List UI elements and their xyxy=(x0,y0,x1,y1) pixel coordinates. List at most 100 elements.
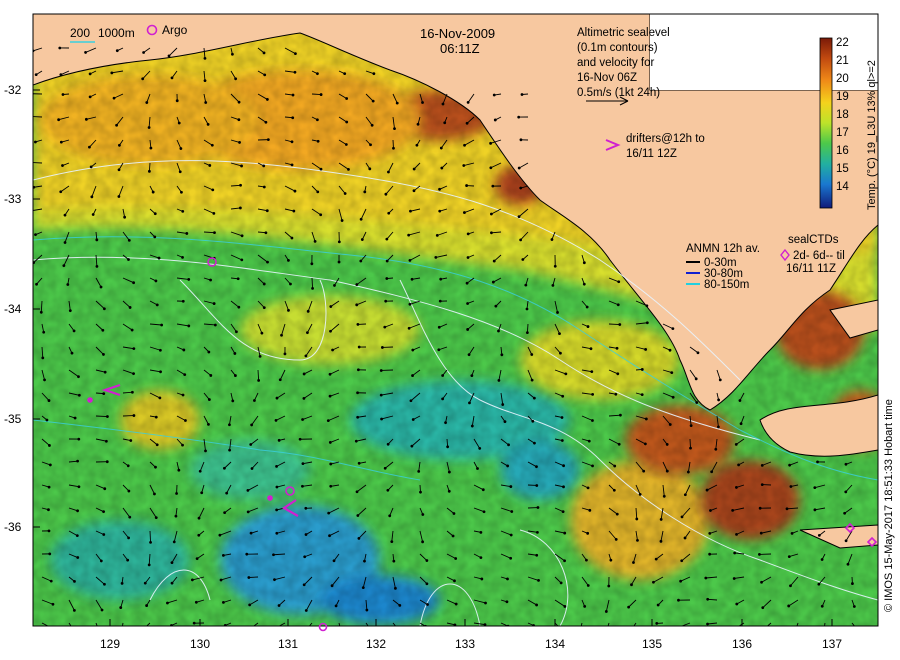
velocity-vector-head xyxy=(304,609,308,612)
velocity-vector-head xyxy=(275,396,279,400)
velocity-vector-head xyxy=(465,281,469,285)
velocity-vector-head xyxy=(760,463,764,467)
velocity-vector-head xyxy=(126,558,130,562)
velocity-vector-head xyxy=(287,308,290,312)
velocity-vector-head xyxy=(266,138,270,142)
velocity-vector-head xyxy=(178,170,182,174)
velocity-vector-head xyxy=(195,557,199,561)
velocity-vector-head xyxy=(737,463,741,467)
velocity-vector-head xyxy=(141,77,145,81)
velocity-vector-head xyxy=(380,417,383,421)
velocity-vector-head xyxy=(263,73,267,77)
velocity-vector-head xyxy=(190,578,194,582)
velocity-vector-head xyxy=(102,307,106,311)
velocity-vector-head xyxy=(510,510,514,513)
velocity-vector-head xyxy=(127,238,131,242)
velocity-vector-head xyxy=(218,533,222,537)
velocity-vector-head xyxy=(123,215,127,219)
y-tick-label: -33 xyxy=(4,192,22,206)
velocity-vector-head xyxy=(51,627,54,630)
velocity-vector-head xyxy=(61,164,64,167)
velocity-vector-head xyxy=(231,52,234,56)
velocity-vector-head xyxy=(293,189,297,193)
velocity-vector-head xyxy=(237,118,241,122)
sst-map: -32 -33 -34 -35 -36 129 130 131 132 133 … xyxy=(4,13,895,651)
velocity-vector-head xyxy=(417,469,421,473)
velocity-vector-head xyxy=(617,280,621,284)
velocity-vector-head xyxy=(525,307,529,311)
velocity-vector-head xyxy=(788,463,792,467)
velocity-vector-head xyxy=(591,393,595,396)
velocity-vector-head xyxy=(233,352,237,355)
velocity-vector-head xyxy=(384,299,388,303)
velocity-vector-head xyxy=(246,489,250,492)
velocity-vector-head xyxy=(394,586,397,590)
velocity-vector-head xyxy=(333,284,336,287)
velocity-vector-head xyxy=(517,115,521,119)
velocity-vector-head xyxy=(411,418,415,421)
velocity-vector-head xyxy=(355,490,359,494)
velocity-vector-head xyxy=(181,299,185,303)
seal-line: 16/11 11Z xyxy=(786,263,836,275)
velocity-vector xyxy=(608,323,620,325)
velocity-vector-head xyxy=(129,439,133,442)
velocity-vector-head xyxy=(668,423,672,426)
velocity-vector-head xyxy=(493,118,497,122)
velocity-vector-head xyxy=(668,348,672,352)
velocity-vector-head xyxy=(344,143,348,146)
velocity-vector-head xyxy=(84,117,88,121)
velocity-vector-head xyxy=(234,374,237,377)
velocity-vector-head xyxy=(62,264,66,268)
velocity-vector-head xyxy=(446,445,450,449)
velocity-vector-head xyxy=(170,561,174,565)
velocity-vector-head xyxy=(310,262,314,266)
map-date: 16-Nov-2009 xyxy=(420,26,495,41)
velocity-vector-head xyxy=(63,241,67,244)
velocity-vector-head xyxy=(447,470,451,474)
velocity-vector-head xyxy=(843,511,847,515)
velocity-vector-head xyxy=(371,99,375,103)
velocity-vector-head xyxy=(59,190,63,194)
drifters-line: drifters@12h to xyxy=(626,133,705,145)
velocity-vector-head xyxy=(77,437,81,441)
velocity-vector-head xyxy=(187,278,191,281)
velocity-vector-head xyxy=(184,419,187,422)
velocity-vector-head xyxy=(118,143,121,147)
velocity-vector-head xyxy=(494,304,498,308)
velocity-vector-head xyxy=(47,399,51,402)
velocity-vector-head xyxy=(758,506,762,510)
velocity-vector-head xyxy=(141,628,144,631)
velocity-vector-head xyxy=(120,581,124,585)
velocity-vector-head xyxy=(247,576,251,579)
velocity-vector-head xyxy=(585,305,589,309)
velocity-vector-head xyxy=(794,628,797,631)
velocity-vector-head xyxy=(385,237,389,241)
velocity-vector-head xyxy=(290,140,294,144)
velocity-vector-head xyxy=(844,539,848,543)
y-tick-label: -36 xyxy=(4,520,22,534)
velocity-vector-head xyxy=(301,484,304,488)
velocity-vector-head xyxy=(181,209,185,213)
velocity-vector-head xyxy=(103,582,106,586)
velocity-vector-head xyxy=(615,512,619,516)
velocity-vector-head xyxy=(304,354,308,358)
velocity-vector-head xyxy=(355,303,359,307)
velocity-vector-head xyxy=(492,93,496,97)
velocity-vector-head xyxy=(132,414,136,417)
velocity-vector-head xyxy=(302,396,306,400)
velocity-vector-head xyxy=(491,280,495,284)
velocity-vector-head xyxy=(817,534,821,537)
velocity-vector-head xyxy=(72,608,76,612)
velocity-vector-head xyxy=(264,231,268,235)
velocity-vector-head xyxy=(388,514,392,518)
velocity-vector-head xyxy=(239,183,242,187)
velocity-vector-head xyxy=(363,559,366,563)
velocity-vector-head xyxy=(221,553,225,557)
velocity-vector-head xyxy=(470,374,474,378)
velocity-vector-head xyxy=(587,439,591,443)
velocity-vector-head xyxy=(419,490,422,494)
velocity-vector-head xyxy=(582,261,586,265)
velocity-vector-head xyxy=(181,443,184,447)
velocity-vector-head xyxy=(209,374,213,377)
velocity-vector-head xyxy=(408,258,412,262)
